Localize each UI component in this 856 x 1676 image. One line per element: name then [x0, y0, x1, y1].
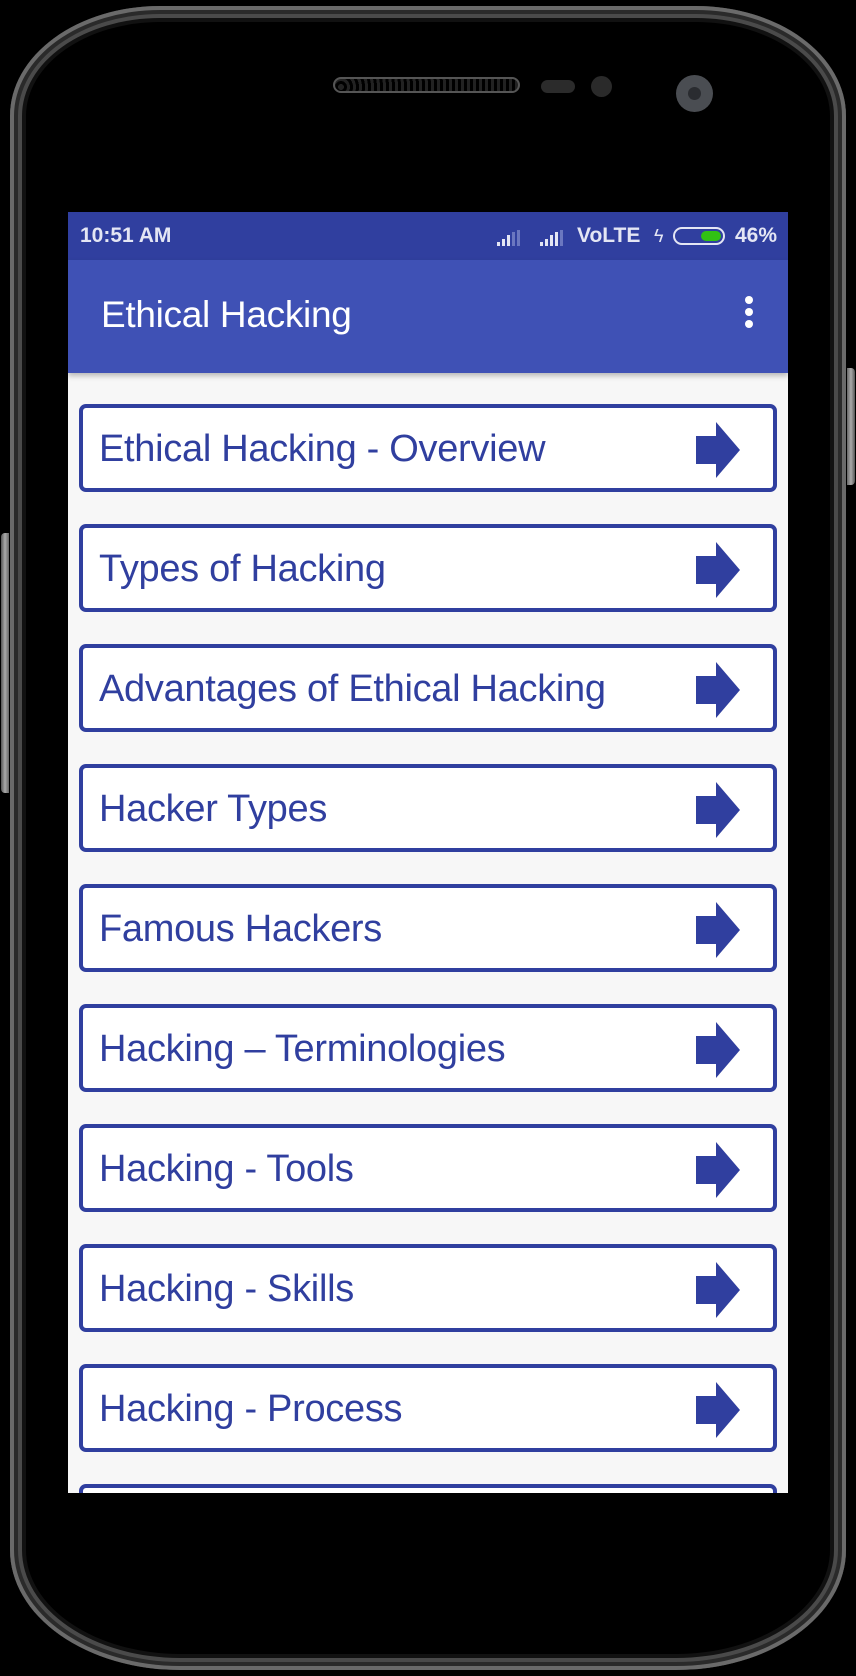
volume-button	[1, 533, 9, 793]
arrow-right-icon	[696, 662, 740, 718]
network-type: VoLTE	[577, 224, 641, 247]
topic-label: Hacking - Skills	[99, 1268, 354, 1310]
app-title: Ethical Hacking	[101, 294, 352, 335]
status-bar: 10:51 AM VoLTE ϟ 46%	[68, 212, 788, 260]
arrow-right-icon	[696, 422, 740, 478]
signal-icon	[497, 230, 520, 246]
battery-icon	[673, 227, 725, 245]
battery-level	[701, 231, 721, 241]
front-camera	[676, 75, 713, 112]
light-sensor	[591, 76, 612, 97]
arrow-right-icon	[696, 1142, 740, 1198]
topic-item[interactable]: Famous Hackers	[79, 884, 777, 972]
screen: Ethical Hacking - Overview Types of Hack…	[68, 212, 788, 1493]
charging-bolt-icon: ϟ	[654, 226, 664, 246]
arrow-right-icon	[696, 782, 740, 838]
power-button	[847, 368, 855, 485]
signal-icon	[540, 230, 563, 246]
topic-item[interactable]: Hacking – Terminologies	[79, 1004, 777, 1092]
battery-percent: 46%	[735, 224, 778, 247]
topic-item[interactable]: Ethical Hacking - Overview	[79, 404, 777, 492]
topic-label: Hacking - Tools	[99, 1148, 354, 1190]
arrow-right-icon	[696, 902, 740, 958]
earpiece-speaker	[333, 77, 520, 93]
arrow-right-icon	[696, 1382, 740, 1438]
topic-label: Hacking – Terminologies	[99, 1028, 506, 1070]
arrow-right-icon	[696, 542, 740, 598]
topic-label: Advantages of Ethical Hacking	[99, 668, 606, 710]
topic-item[interactable]: Hacking - Tools	[79, 1124, 777, 1212]
status-time: 10:51 AM	[80, 224, 172, 247]
topic-item[interactable]: Advantages of Ethical Hacking	[79, 644, 777, 732]
topic-label: Famous Hackers	[99, 908, 382, 950]
topic-label: Types of Hacking	[99, 548, 386, 590]
topic-item[interactable]: Hacking - Process	[79, 1364, 777, 1452]
topic-item[interactable]: Types of Hacking	[79, 524, 777, 612]
topic-item[interactable]: Hacker Types	[79, 764, 777, 852]
more-vert-icon[interactable]	[742, 296, 756, 338]
topic-item-partial[interactable]	[79, 1484, 777, 1493]
arrow-right-icon	[696, 1022, 740, 1078]
topic-label: Hacker Types	[99, 788, 328, 830]
arrow-right-icon	[696, 1262, 740, 1318]
proximity-sensor	[541, 80, 575, 93]
app-bar: Ethical Hacking	[68, 260, 788, 373]
topic-item[interactable]: Hacking - Skills	[79, 1244, 777, 1332]
topic-label: Ethical Hacking - Overview	[99, 428, 546, 470]
topic-label: Hacking - Process	[99, 1388, 403, 1430]
